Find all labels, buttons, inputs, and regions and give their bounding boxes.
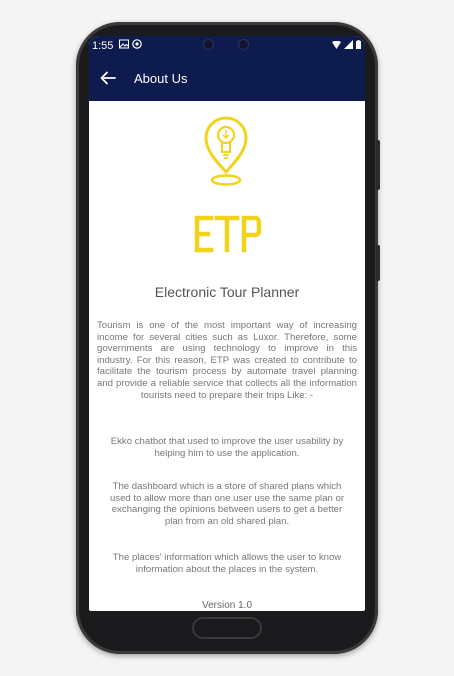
signal-icon	[344, 40, 353, 49]
app-name: Electronic Tour Planner	[154, 284, 300, 300]
intro-paragraph: Tourism is one of the most important way…	[97, 320, 357, 401]
image-icon	[119, 39, 129, 49]
status-system-icons	[332, 40, 361, 49]
wifi-icon	[332, 40, 341, 49]
front-camera-secondary	[239, 40, 248, 49]
power-button	[376, 140, 380, 190]
status-notification-icons	[119, 39, 142, 49]
front-camera	[204, 40, 213, 49]
feature-ekko: Ekko chatbot that used to improve the us…	[110, 436, 344, 459]
status-time: 1:55	[92, 40, 114, 52]
home-button[interactable]	[192, 617, 262, 639]
volume-button	[376, 245, 380, 281]
etp-logo-text	[194, 215, 262, 253]
vpn-icon	[132, 39, 142, 49]
screen: 1:55 About Us Electronic Tour Planner To…	[89, 36, 365, 611]
map-pin-lightbulb-logo-icon	[204, 116, 248, 186]
page-title: About Us	[134, 71, 188, 86]
feature-places: The places' information which allows the…	[112, 552, 342, 575]
app-bar: 1:55 About Us	[89, 36, 365, 101]
version-label: Version 1.0	[201, 600, 253, 611]
feature-dashboard: The dashboard which is a store of shared…	[109, 481, 345, 527]
arrow-left-icon[interactable]	[99, 69, 117, 87]
battery-icon	[356, 40, 361, 49]
